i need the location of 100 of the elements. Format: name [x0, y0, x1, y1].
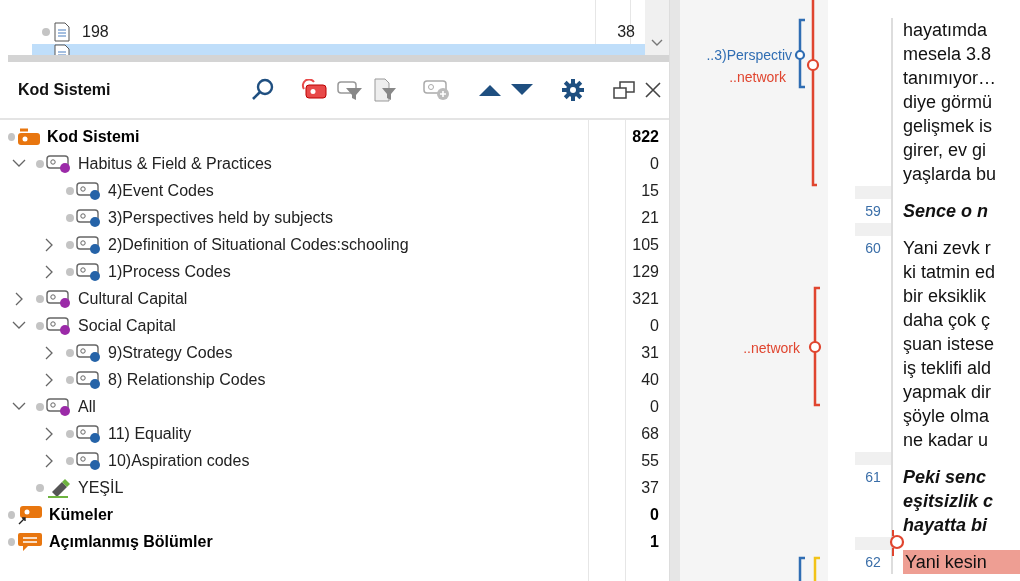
- bullet-icon: [66, 240, 74, 249]
- code-name: 4)Event Codes: [108, 181, 214, 200]
- move-up-icon[interactable]: [478, 83, 502, 97]
- code-bracket[interactable]: [798, 556, 805, 581]
- line-number: 59: [865, 203, 881, 219]
- tree-item[interactable]: Kümeler 0: [0, 501, 669, 528]
- line-number: 62: [865, 554, 881, 570]
- document-count: 38: [616, 23, 636, 41]
- tree-item[interactable]: All 0: [0, 393, 669, 420]
- tag-icon: [46, 397, 69, 412]
- scrollbar[interactable]: [645, 0, 669, 55]
- tag-icon: [76, 181, 99, 196]
- code-count: 55: [640, 451, 660, 470]
- comment-icon: [17, 531, 43, 552]
- code-label[interactable]: ..network: [743, 340, 800, 356]
- code-count: 1: [649, 532, 660, 551]
- tag-icon: [76, 208, 99, 223]
- tag-icon[interactable]: [300, 79, 328, 101]
- bullet-icon: [8, 537, 15, 546]
- code-count: 37: [640, 478, 660, 497]
- tree-item[interactable]: 2)Definition of Situational Codes:schooling 105: [0, 231, 669, 258]
- code-count: 105: [631, 235, 660, 254]
- code-count: 0: [649, 154, 660, 173]
- paragraph-text: Yani zevk r ki tatmin ed bir eksiklik daha çok ç şuan istese iş teklifi ald yapmak dir şöyle olma ne kadar u: [902, 237, 996, 452]
- bullet-icon: [66, 456, 74, 465]
- tag-icon: [76, 343, 99, 358]
- document-row[interactable]: 198 38: [32, 20, 645, 44]
- code-name: All: [78, 397, 96, 416]
- code-bracket[interactable]: [808, 286, 822, 407]
- code-count: 40: [640, 370, 660, 389]
- code-name: Social Capital: [78, 316, 176, 335]
- tree-item[interactable]: 3)Perspectives held by subjects 21: [0, 204, 669, 231]
- set-icon: [17, 504, 43, 525]
- chevron-right-icon[interactable]: [14, 291, 24, 306]
- tree-item[interactable]: Kod Sistemi 822: [0, 123, 669, 150]
- paragraph-text: hayatımda mesela 3.8 tanımıyor… diye görmü gelişmek is girer, ev gi yaşlarda bu: [902, 19, 997, 186]
- bullet-icon: [66, 213, 74, 222]
- tree-item[interactable]: Cultural Capital 321: [0, 285, 669, 312]
- tree-item[interactable]: Habitus & Field & Practices 0: [0, 150, 669, 177]
- code-label[interactable]: ..network: [729, 69, 786, 85]
- tree-item[interactable]: Social Capital 0: [0, 312, 669, 339]
- chevron-down-icon[interactable]: [12, 402, 26, 411]
- document-filter-icon[interactable]: [372, 78, 398, 102]
- code-label[interactable]: ..3)Perspectiv: [706, 47, 792, 63]
- code-name: Açımlanmış Bölümler: [49, 532, 213, 551]
- code-count: 31: [640, 343, 660, 362]
- tree-item[interactable]: 11) Equality 68: [0, 420, 669, 447]
- move-down-icon[interactable]: [510, 83, 534, 97]
- code-bracket[interactable]: [806, 0, 820, 187]
- tag-icon: [76, 235, 99, 250]
- code-name: Kümeler: [49, 505, 114, 524]
- highlighter-icon: [46, 477, 72, 498]
- code-bracket[interactable]: [794, 18, 806, 89]
- chevron-down-icon[interactable]: [12, 321, 26, 330]
- tree-item[interactable]: 8) Relationship Codes 40: [0, 366, 669, 393]
- code-name: Cultural Capital: [78, 289, 188, 308]
- chevron-right-icon[interactable]: [44, 426, 54, 441]
- code-name: 11) Equality: [108, 424, 192, 443]
- chevron-right-icon[interactable]: [44, 264, 54, 279]
- code-count: 21: [640, 208, 660, 227]
- chevron-right-icon[interactable]: [44, 345, 54, 360]
- chevron-down-icon[interactable]: [651, 39, 663, 47]
- tag-icon: [46, 289, 69, 304]
- code-name: 1)Process Codes: [108, 262, 231, 281]
- tree-item[interactable]: 9)Strategy Codes 31: [0, 339, 669, 366]
- code-count: 15: [640, 181, 660, 200]
- tree-item[interactable]: 1)Process Codes 129: [0, 258, 669, 285]
- coding-marker-icon[interactable]: [889, 530, 905, 556]
- settings-icon[interactable]: [562, 79, 584, 101]
- tree-item[interactable]: 4)Event Codes 15: [0, 177, 669, 204]
- chevron-right-icon[interactable]: [44, 453, 54, 468]
- bullet-icon: [66, 348, 74, 357]
- panel-title: Kod Sistemi: [18, 81, 112, 99]
- code-name: 8) Relationship Codes: [108, 370, 266, 389]
- code-name: Habitus & Field & Practices: [78, 154, 272, 173]
- line-number: 60: [865, 240, 881, 256]
- code-name: 10)Aspiration codes: [108, 451, 250, 470]
- filter-icon[interactable]: [336, 79, 364, 101]
- code-count: 68: [640, 424, 660, 443]
- chevron-right-icon[interactable]: [44, 237, 54, 252]
- close-icon[interactable]: [644, 81, 662, 99]
- bullet-icon: [66, 429, 74, 438]
- document-name: 198: [82, 23, 109, 41]
- bullet-icon: [36, 402, 44, 411]
- paragraph-text: Sence o n: [902, 200, 989, 223]
- tree-item[interactable]: 10)Aspiration codes 55: [0, 447, 669, 474]
- chevron-down-icon[interactable]: [12, 159, 26, 168]
- code-name: 9)Strategy Codes: [108, 343, 233, 362]
- bullet-icon: [36, 294, 44, 303]
- bullet-icon: [36, 483, 44, 492]
- tree-item[interactable]: YEŞİL 37: [0, 474, 669, 501]
- bullet-icon: [8, 132, 15, 141]
- undock-icon[interactable]: [612, 80, 636, 100]
- tag-icon: [17, 127, 41, 146]
- code-count: 822: [631, 127, 660, 146]
- chevron-right-icon[interactable]: [44, 372, 54, 387]
- tree-item[interactable]: Açımlanmış Bölümler 1: [0, 528, 669, 555]
- code-count: 0: [649, 397, 660, 416]
- code-count: 0: [649, 316, 660, 335]
- bullet-icon: [66, 375, 74, 384]
